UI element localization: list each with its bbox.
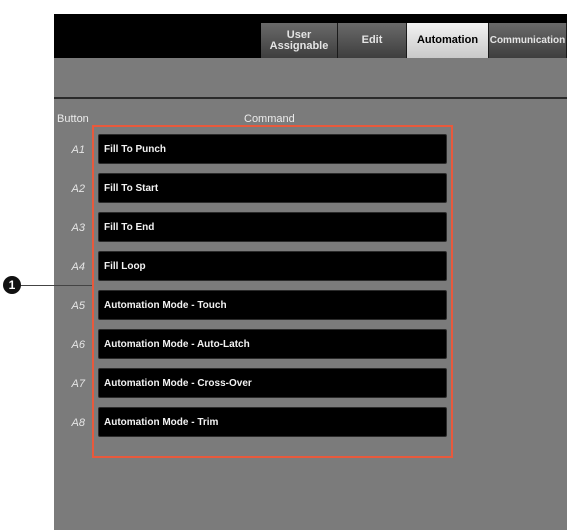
button-label-a8: A8 bbox=[71, 417, 85, 429]
tab-automation[interactable]: Automation bbox=[407, 23, 489, 58]
button-label-a5: A5 bbox=[71, 300, 85, 312]
button-label-a1: A1 bbox=[71, 144, 85, 156]
button-label-a2: A2 bbox=[71, 183, 85, 195]
tab-edit[interactable]: Edit bbox=[338, 23, 407, 58]
button-label-a3: A3 bbox=[71, 222, 85, 234]
button-label-a4: A4 bbox=[71, 261, 85, 273]
column-header-button: Button bbox=[57, 113, 89, 125]
tab-communication[interactable]: Communication bbox=[489, 23, 567, 58]
automation-panel: User Assignable Edit Automation Communic… bbox=[54, 14, 567, 530]
callout-number-1: 1 bbox=[3, 276, 21, 294]
button-label-a7: A7 bbox=[71, 378, 85, 390]
tab-bar: User Assignable Edit Automation Communic… bbox=[54, 14, 567, 58]
command-list-highlight bbox=[92, 125, 453, 458]
callout-leader-line bbox=[20, 285, 92, 286]
separator bbox=[54, 97, 567, 99]
column-header-command: Command bbox=[244, 113, 295, 125]
tab-user-assignable[interactable]: User Assignable bbox=[261, 23, 338, 58]
button-label-a6: A6 bbox=[71, 339, 85, 351]
